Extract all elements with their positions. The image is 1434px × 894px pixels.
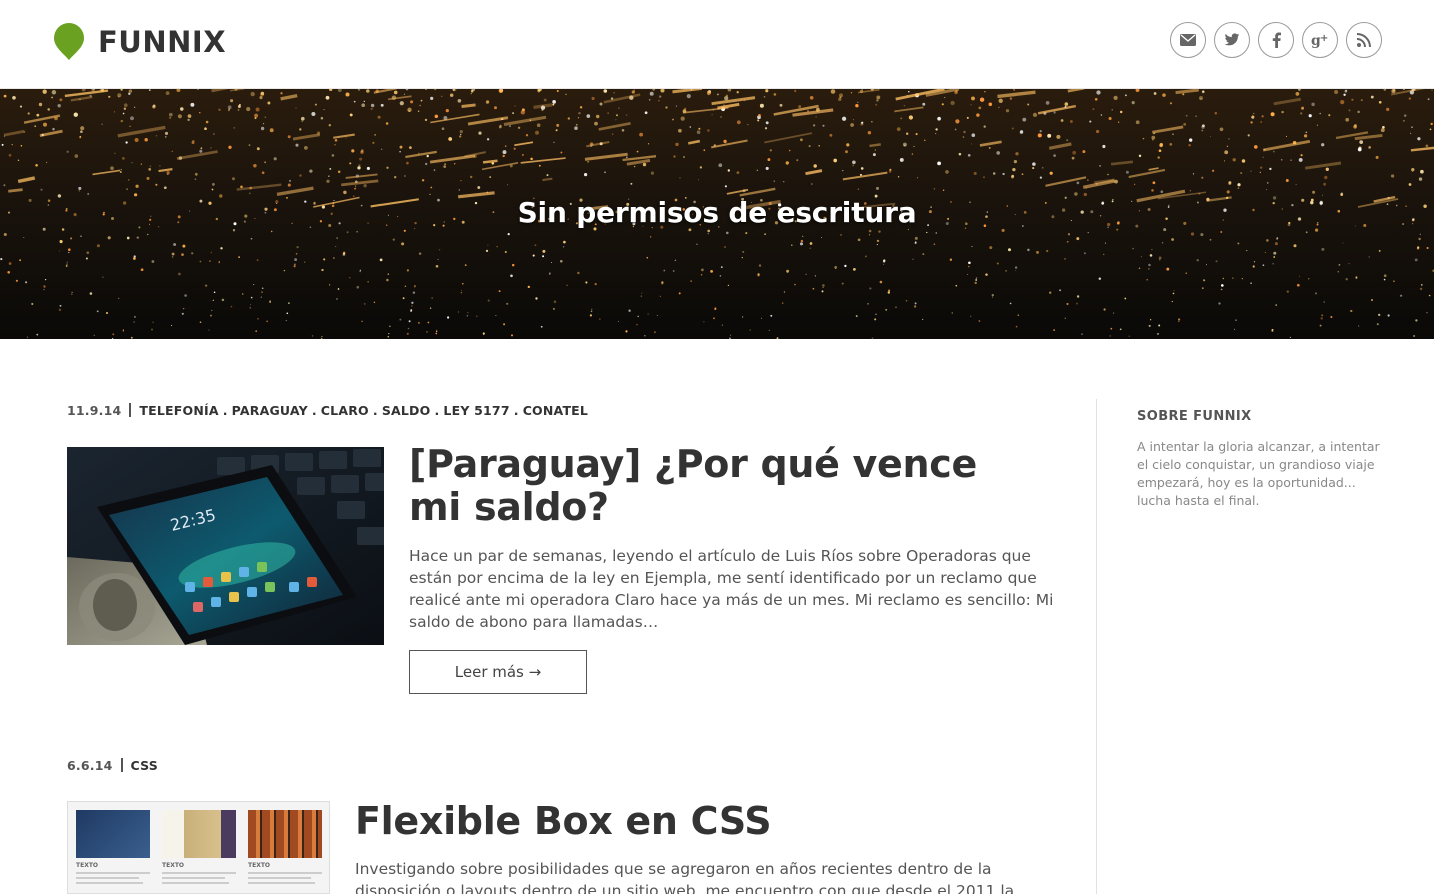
sidebar-text: A intentar la gloria alcanzar, a intenta… <box>1137 439 1380 508</box>
main-content: 11.9.14 TELEFONÍA. PARAGUAY. CLARO. SALDO. LE… <box>67 339 1053 894</box>
category-link[interactable]: LEY 5177 <box>443 403 509 418</box>
google-plus-icon[interactable]: g + <box>1302 22 1338 58</box>
post-date: 11.9.14 <box>67 403 122 418</box>
thumb-image <box>248 810 322 858</box>
site-name: FUNNIX <box>98 25 227 59</box>
rss-icon[interactable] <box>1346 22 1382 58</box>
thumb-label: TEXTO <box>76 862 99 869</box>
post-thumbnail-flexbox[interactable]: TEXTO TEXTO TEXTO <box>67 801 330 894</box>
hero-banner: Sin permisos de escritura <box>0 89 1434 339</box>
thumb-image <box>76 810 150 858</box>
thumb-column: TEXTO <box>76 810 150 887</box>
thumb-image <box>162 810 236 858</box>
post-meta: 6.6.14 CSS <box>67 758 158 773</box>
post-excerpt: Hace un par de semanas, leyendo el artíc… <box>409 547 1054 631</box>
post-date: 6.6.14 <box>67 758 113 773</box>
svg-text:+: + <box>1320 33 1328 44</box>
post-thumbnail-phone[interactable]: 22:35 <box>67 447 384 645</box>
sidebar-title: SOBRE FUNNIX <box>1137 409 1252 424</box>
category-link[interactable]: SALDO <box>382 403 431 418</box>
twitter-icon[interactable] <box>1214 22 1250 58</box>
category-link[interactable]: PARAGUAY <box>232 403 308 418</box>
sidebar: SOBRE FUNNIX A intentar la gloria alcanz… <box>1137 409 1387 510</box>
category-link[interactable]: CSS <box>131 758 158 773</box>
category-link[interactable]: CONATEL <box>523 403 588 418</box>
thumb-column: TEXTO <box>162 810 236 887</box>
hero-title: Sin permisos de escritura <box>517 196 917 229</box>
location-pin-icon <box>53 23 85 61</box>
facebook-icon[interactable] <box>1258 22 1294 58</box>
category-link[interactable]: TELEFONÍA <box>139 403 218 418</box>
sidebar-divider <box>1096 399 1097 894</box>
thumb-column: TEXTO <box>248 810 322 887</box>
read-more-button[interactable]: Leer más → <box>409 650 587 694</box>
meta-separator <box>129 403 132 417</box>
site-logo[interactable]: FUNNIX <box>53 23 226 61</box>
email-icon[interactable] <box>1170 22 1206 58</box>
site-header: FUNNIX g + <box>0 0 1434 89</box>
post-meta: 11.9.14 TELEFONÍA. PARAGUAY. CLARO. SALDO. LE… <box>67 403 589 418</box>
thumb-label: TEXTO <box>248 862 271 869</box>
post-title[interactable]: Flexible Box en CSS <box>355 798 772 844</box>
category-link[interactable]: CLARO <box>321 403 369 418</box>
post-excerpt: Investigando sobre posibilidades que se … <box>355 860 1015 894</box>
social-links: g + <box>1162 22 1382 58</box>
thumb-label: TEXTO <box>162 862 185 869</box>
post-title[interactable]: [Paraguay] ¿Por qué vence mi saldo? <box>409 443 1029 529</box>
meta-separator <box>120 758 123 772</box>
